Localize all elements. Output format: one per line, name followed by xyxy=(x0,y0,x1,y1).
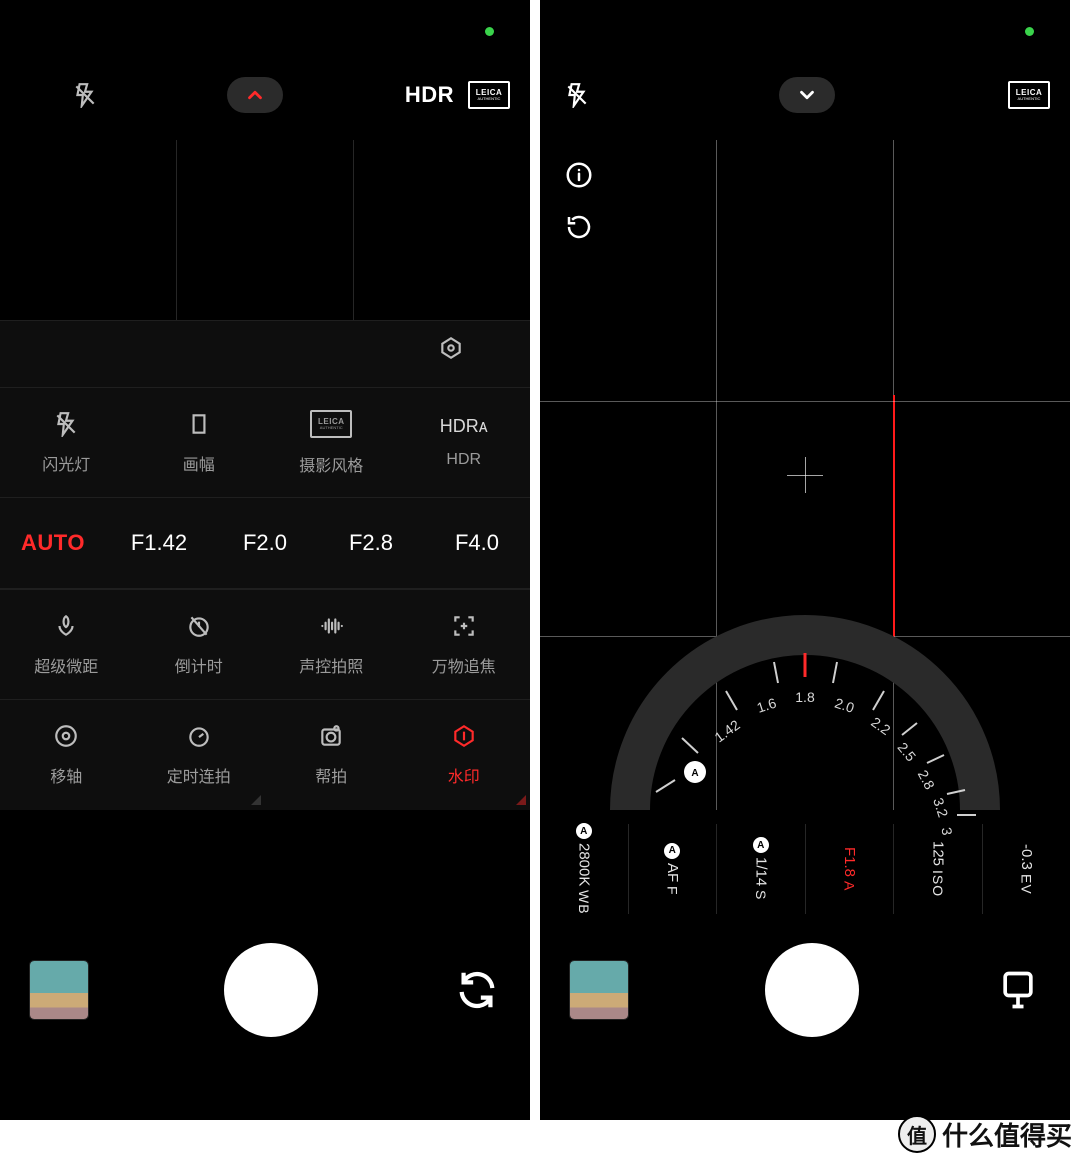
gallery-thumb[interactable] xyxy=(570,961,628,1019)
aperture-f2-8[interactable]: F2.8 xyxy=(318,530,424,556)
pro-params-bar: A 2800K WB A AF F A 1/14 S F1.8 A 125 IS… xyxy=(540,824,1070,914)
sound-wave-icon xyxy=(318,613,344,639)
camera-active-dot xyxy=(1025,27,1034,36)
interval-icon xyxy=(186,723,212,749)
settings-panel: 闪光灯 画幅 LEICA AUTHENTIC 摄影风格 HDRᴀ HDR xyxy=(0,320,530,810)
top-toolbar: HDR LEICA AUTHENTIC xyxy=(0,60,530,130)
shutter-button[interactable] xyxy=(765,943,859,1037)
tool-timer[interactable]: 倒计时 xyxy=(133,590,266,699)
settings-drawer-toggle[interactable] xyxy=(779,77,835,113)
leica-badge[interactable]: LEICA AUTHENTIC xyxy=(1008,81,1050,109)
aperture-auto[interactable]: AUTO xyxy=(0,530,106,556)
timer-off-icon xyxy=(186,613,212,639)
hex-settings-icon[interactable] xyxy=(438,335,464,361)
svg-text:A: A xyxy=(691,768,698,779)
param-s[interactable]: A 1/14 S xyxy=(716,824,805,914)
param-iso[interactable]: 125 ISO xyxy=(893,824,982,914)
svg-text:2.0: 2.0 xyxy=(833,695,857,716)
camera-app-left: HDR LEICA AUTHENTIC 闪光灯 xyxy=(0,0,530,1120)
tool-watermark[interactable]: 水印 xyxy=(398,700,531,809)
tool-style[interactable]: LEICA AUTHENTIC 摄影风格 xyxy=(265,388,398,497)
svg-text:3.2: 3.2 xyxy=(930,796,951,820)
macro-icon xyxy=(53,613,79,639)
aspect-icon xyxy=(186,411,212,437)
tool-row-3: 移轴 定时连拍 帮拍 水印 xyxy=(0,699,530,809)
tilt-shift-icon xyxy=(53,723,79,749)
tool-aspect[interactable]: 画幅 xyxy=(133,388,266,497)
gallery-thumb[interactable] xyxy=(30,961,88,1019)
tool-interval[interactable]: 定时连拍 xyxy=(133,700,266,809)
svg-text:1.6: 1.6 xyxy=(755,695,779,716)
assist-icon xyxy=(318,723,344,749)
svg-text:2.2: 2.2 xyxy=(868,714,893,738)
param-wb[interactable]: A 2800K WB xyxy=(540,824,628,914)
tool-tilt[interactable]: 移轴 xyxy=(0,700,133,809)
tool-macro[interactable]: 超级微距 xyxy=(0,590,133,699)
hdr-a-icon: HDRᴀ xyxy=(440,416,488,437)
aperture-f4-0[interactable]: F4.0 xyxy=(424,530,530,556)
camera-app-right: LEICA AUTHENTIC xyxy=(540,0,1070,1120)
shutter-bar xyxy=(0,930,530,1050)
param-ev[interactable]: -0.3 EV xyxy=(982,824,1071,914)
param-af[interactable]: A AF F xyxy=(628,824,717,914)
tool-flash[interactable]: 闪光灯 xyxy=(0,388,133,497)
tool-track[interactable]: 万物追焦 xyxy=(398,590,531,699)
top-toolbar: LEICA AUTHENTIC xyxy=(540,60,1070,130)
shutter-bar xyxy=(540,930,1070,1050)
camera-active-dot xyxy=(485,27,494,36)
settings-drawer-toggle[interactable] xyxy=(227,77,283,113)
svg-text:2.8: 2.8 xyxy=(915,767,938,792)
aperture-dial[interactable]: 1.42 1.6 1.8 2.0 2.2 2.5 2.8 3.2 3 A xyxy=(590,610,1020,820)
chevron-up-icon xyxy=(244,84,266,106)
svg-text:1.42: 1.42 xyxy=(711,716,743,745)
crosshair xyxy=(787,457,823,493)
param-a[interactable]: F1.8 A xyxy=(805,824,894,914)
focus-track-icon xyxy=(451,613,477,639)
hdr-label[interactable]: HDR xyxy=(405,82,454,108)
switch-camera-icon[interactable] xyxy=(454,967,500,1013)
svg-text:1.8: 1.8 xyxy=(795,689,815,705)
shutter-button[interactable] xyxy=(224,943,318,1037)
tool-voice[interactable]: 声控拍照 xyxy=(265,590,398,699)
flash-off-icon xyxy=(53,411,79,437)
viewfinder-grid xyxy=(0,140,530,320)
svg-text:2.5: 2.5 xyxy=(894,739,919,764)
remote-view-icon[interactable] xyxy=(996,968,1040,1012)
watermark-icon xyxy=(451,723,477,749)
tool-assist[interactable]: 帮拍 xyxy=(265,700,398,809)
leica-badge[interactable]: LEICA AUTHENTIC xyxy=(468,81,510,109)
flash-off-icon[interactable] xyxy=(564,82,590,108)
leica-icon: LEICA AUTHENTIC xyxy=(310,410,352,438)
aperture-row: AUTO F1.42 F2.0 F2.8 F4.0 xyxy=(0,497,530,589)
aperture-f1-42[interactable]: F1.42 xyxy=(106,530,212,556)
page-watermark: 值 什么值得买 xyxy=(898,1115,1072,1153)
chevron-down-icon xyxy=(796,84,818,106)
flash-off-icon[interactable] xyxy=(72,82,98,108)
tool-row-2: 超级微距 倒计时 声控拍照 万物追焦 xyxy=(0,589,530,699)
tool-hdr[interactable]: HDRᴀ HDR xyxy=(398,388,531,497)
aperture-f2-0[interactable]: F2.0 xyxy=(212,530,318,556)
tool-row-1: 闪光灯 画幅 LEICA AUTHENTIC 摄影风格 HDRᴀ HDR xyxy=(0,387,530,497)
